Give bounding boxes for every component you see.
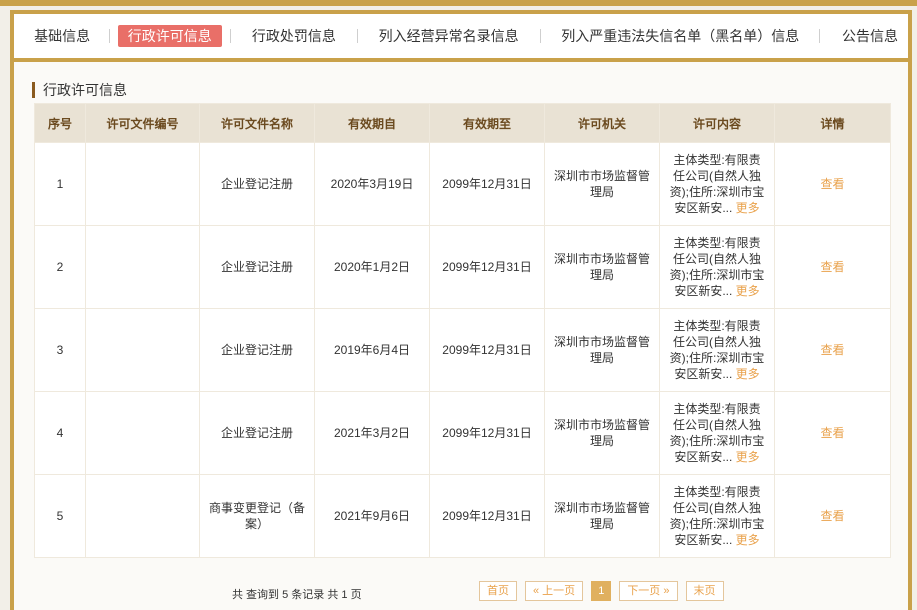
header-seq: 序号 [34, 103, 86, 143]
cell-valid-from: 2020年3月19日 [314, 142, 430, 226]
cell-seq: 1 [34, 142, 86, 226]
header-detail: 详情 [774, 103, 891, 143]
header-valid-to: 有效期至 [429, 103, 545, 143]
cell-valid-to: 2099年12月31日 [429, 308, 545, 392]
cell-file-no [85, 308, 200, 392]
tab-divider [539, 29, 541, 43]
tab-bar: 基础信息 行政许可信息 行政处罚信息 列入经营异常名录信息 列入严重违法失信名单… [14, 14, 908, 62]
cell-file-no [85, 225, 200, 309]
tab-abnormal-list[interactable]: 列入经营异常名录信息 [369, 25, 529, 47]
cell-detail: 查看 [774, 391, 891, 475]
cell-valid-from: 2020年1月2日 [314, 225, 430, 309]
cell-file-no [85, 391, 200, 475]
table-row: 4 企业登记注册 2021年3月2日 2099年12月31日 深圳市市场监督管理… [34, 391, 891, 475]
first-page-button[interactable]: 首页 [479, 581, 517, 601]
table-row: 5 商事变更登记（备案） 2021年9月6日 2099年12月31日 深圳市市场… [34, 474, 891, 558]
tab-divider [108, 29, 110, 43]
cell-authority: 深圳市市场监督管理局 [544, 142, 660, 226]
next-page-button[interactable]: 下一页 » [619, 581, 678, 601]
table-row: 1 企业登记注册 2020年3月19日 2099年12月31日 深圳市市场监督管… [34, 142, 891, 226]
cell-authority: 深圳市市场监督管理局 [544, 225, 660, 309]
top-accent-bar [0, 0, 917, 6]
cell-detail: 查看 [774, 474, 891, 558]
cell-valid-from: 2019年6月4日 [314, 308, 430, 392]
more-link[interactable]: 更多 [736, 450, 760, 464]
cell-valid-to: 2099年12月31日 [429, 391, 545, 475]
cell-valid-from: 2021年3月2日 [314, 391, 430, 475]
tab-basic-info[interactable]: 基础信息 [24, 25, 100, 47]
more-link[interactable]: 更多 [736, 201, 760, 215]
tab-divider [230, 29, 231, 43]
tab-blacklist[interactable]: 列入严重违法失信名单（黑名单）信息 [551, 25, 809, 47]
cell-content: 主体类型:有限责任公司(自然人独资);住所:深圳市宝安区新安... 更多 [659, 308, 775, 392]
pagination: 首页 « 上一页 1 下一页 » 末页 [479, 581, 724, 601]
header-valid-from: 有效期自 [314, 103, 430, 143]
cell-valid-from: 2021年9月6日 [314, 474, 430, 558]
cell-content: 主体类型:有限责任公司(自然人独资);住所:深圳市宝安区新安... 更多 [659, 225, 775, 309]
last-page-button[interactable]: 末页 [685, 581, 724, 601]
current-page-button[interactable]: 1 [591, 581, 612, 601]
more-link[interactable]: 更多 [736, 284, 760, 298]
view-link[interactable]: 查看 [820, 177, 844, 191]
cell-detail: 查看 [774, 308, 891, 392]
table-row: 2 企业登记注册 2020年1月2日 2099年12月31日 深圳市市场监督管理… [34, 225, 891, 309]
tab-divider [356, 29, 358, 43]
cell-authority: 深圳市市场监督管理局 [544, 308, 660, 392]
view-link[interactable]: 查看 [820, 509, 844, 523]
cell-file-no [85, 142, 200, 226]
more-link[interactable]: 更多 [736, 367, 760, 381]
cell-file-no [85, 474, 200, 558]
tab-announcements[interactable]: 公告信息 [832, 25, 908, 47]
cell-content: 主体类型:有限责任公司(自然人独资);住所:深圳市宝安区新安... 更多 [659, 474, 775, 558]
cell-file-name: 企业登记注册 [199, 308, 315, 392]
cell-detail: 查看 [774, 142, 891, 226]
cell-authority: 深圳市市场监督管理局 [544, 391, 660, 475]
cell-seq: 5 [34, 474, 86, 558]
more-link[interactable]: 更多 [736, 533, 760, 547]
cell-valid-to: 2099年12月31日 [429, 225, 545, 309]
cell-detail: 查看 [774, 225, 891, 309]
view-link[interactable]: 查看 [820, 426, 844, 440]
cell-content: 主体类型:有限责任公司(自然人独资);住所:深圳市宝安区新安... 更多 [659, 142, 775, 226]
tab-admin-penalty[interactable]: 行政处罚信息 [242, 25, 346, 47]
cell-seq: 2 [34, 225, 86, 309]
tab-divider [819, 29, 821, 43]
cell-file-name: 企业登记注册 [199, 391, 315, 475]
cell-file-name: 企业登记注册 [199, 225, 315, 309]
cell-seq: 4 [34, 391, 86, 475]
table-header-row: 序号 许可文件编号 许可文件名称 有效期自 有效期至 许可机关 许可内容 详情 [34, 103, 891, 143]
tab-admin-license[interactable]: 行政许可信息 [117, 25, 222, 47]
license-table: 序号 许可文件编号 许可文件名称 有效期自 有效期至 许可机关 许可内容 详情 … [34, 103, 891, 558]
view-link[interactable]: 查看 [820, 343, 844, 357]
header-file-no: 许可文件编号 [85, 103, 200, 143]
header-file-name: 许可文件名称 [199, 103, 315, 143]
header-content: 许可内容 [659, 103, 775, 143]
cell-content: 主体类型:有限责任公司(自然人独资);住所:深圳市宝安区新安... 更多 [659, 391, 775, 475]
table-row: 3 企业登记注册 2019年6月4日 2099年12月31日 深圳市市场监督管理… [34, 308, 891, 392]
section-title: 行政许可信息 [32, 82, 127, 98]
prev-page-button[interactable]: « 上一页 [525, 581, 584, 601]
cell-file-name: 商事变更登记（备案） [199, 474, 315, 558]
header-authority: 许可机关 [544, 103, 660, 143]
cell-authority: 深圳市市场监督管理局 [544, 474, 660, 558]
cell-valid-to: 2099年12月31日 [429, 474, 545, 558]
view-link[interactable]: 查看 [820, 260, 844, 274]
cell-file-name: 企业登记注册 [199, 142, 315, 226]
cell-valid-to: 2099年12月31日 [429, 142, 545, 226]
content-frame: 基础信息 行政许可信息 行政处罚信息 列入经营异常名录信息 列入严重违法失信名单… [10, 10, 912, 610]
cell-seq: 3 [34, 308, 86, 392]
